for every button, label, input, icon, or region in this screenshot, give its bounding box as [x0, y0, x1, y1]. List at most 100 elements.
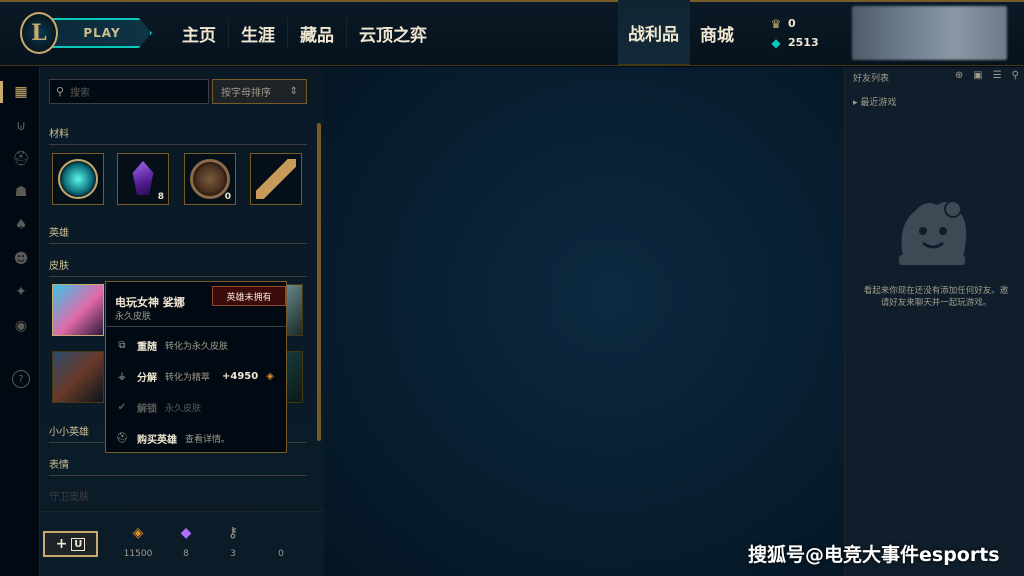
friends-header: 好友列表 ⊕ ▣ ☰ ⚲	[845, 67, 1024, 87]
plus-icon: +	[55, 536, 68, 552]
add-friend-icon[interactable]: ⊕	[955, 70, 963, 81]
rp-value: 0	[788, 17, 796, 30]
friends-title: 好友列表	[853, 73, 890, 84]
craft-button[interactable]: + U	[43, 531, 98, 557]
recent-games-toggle[interactable]: ▸ 最近游戏	[853, 95, 896, 108]
emote-token-icon	[58, 159, 98, 199]
search-icon[interactable]: ⚲	[1012, 70, 1019, 81]
gemstone-count: 8	[157, 192, 164, 202]
loot-scrollbar[interactable]	[317, 123, 321, 441]
chest-icon: U	[71, 537, 86, 551]
friends-toolbar: ⊕ ▣ ☰ ⚲	[955, 70, 1019, 81]
hextech-key-tile[interactable]	[250, 153, 302, 205]
disenchant-icon: ⚶	[117, 371, 127, 382]
spell-icon[interactable]: ✦	[12, 283, 30, 301]
skin-context-menu: 电玩女神 娑娜 永久皮肤 英雄未拥有 ⧉ 重随 转化为永久皮肤 ⚶ 分解 转化为…	[105, 281, 287, 453]
recent-games-label: 最近游戏	[860, 98, 897, 108]
gemstone-icon: ◆	[180, 525, 192, 541]
be-value: 2513	[788, 36, 819, 49]
help-icon[interactable]: ?	[12, 370, 30, 388]
skin-name: 电玩女神 娑娜	[115, 296, 185, 309]
key-fragment-value: 0	[278, 549, 284, 559]
ward-icon[interactable]: ♠	[12, 216, 30, 234]
nav-loot[interactable]: 战利品	[618, 0, 690, 66]
no-friends-message: 看起来你现在还没有添加任何好友。邀请好友来聊天并一起玩游戏。	[863, 286, 1009, 308]
unlock-label: 解锁	[137, 404, 157, 415]
gemstone-value: 8	[183, 549, 189, 559]
main-nav: 主页 生涯 藏品 云顶之弈	[170, 0, 439, 66]
skin-card-sona[interactable]	[52, 284, 104, 336]
section-materials: 材料	[49, 125, 307, 145]
orange-essence-icon: ◈	[132, 525, 144, 541]
reroll-label: 重随	[137, 342, 157, 353]
disenchant-label: 分解	[137, 373, 157, 384]
buy-champion-action[interactable]: ⛑ 购买英雄 查看详情。	[115, 431, 230, 446]
nav-tft[interactable]: 云顶之弈	[347, 18, 439, 48]
popover-header: 电玩女神 娑娜 永久皮肤 英雄未拥有	[106, 282, 286, 327]
reroll-action[interactable]: ⧉ 重随 转化为永久皮肤	[115, 338, 228, 353]
nav-home[interactable]: 主页	[170, 18, 229, 48]
loot-bottom-bar: + U ◈ 11500 ◆ 8 ⚷ 3 0	[40, 511, 324, 576]
nav-store[interactable]: 商城	[690, 0, 744, 66]
hextech-chest-count: 0	[224, 192, 231, 202]
orange-essence-icon: ◈	[266, 371, 274, 382]
nav-profile[interactable]: 生涯	[229, 18, 288, 48]
section-emotes: 表情	[49, 456, 307, 476]
unlock-action[interactable]: ✔ 解锁 永久皮肤	[115, 400, 201, 415]
key-fragment-icon	[261, 525, 301, 543]
key-counter: ⚷ 3	[213, 525, 253, 559]
gemstone-counter: ◆ 8	[166, 525, 206, 559]
key-icon: ⚷	[227, 525, 239, 541]
folder-icon[interactable]: ▣	[973, 70, 982, 81]
play-button[interactable]: PLAY	[42, 18, 152, 48]
buy-champion-desc: 查看详情。	[185, 435, 231, 445]
champion-not-owned-badge: 英雄未拥有	[212, 286, 286, 306]
updown-icon: ⇕	[289, 86, 298, 97]
currency-display: ♛ 0 ◆ 2513	[770, 14, 819, 52]
search-input[interactable]: ⚲ 搜索	[49, 79, 209, 104]
key-value: 3	[230, 549, 236, 559]
blue-essence-icon: ◆	[771, 35, 781, 50]
emote-token-tile[interactable]	[52, 153, 104, 205]
disenchant-action[interactable]: ⚶ 分解 转化为精萃 +4950 ◈	[115, 369, 274, 384]
unlock-desc: 永久皮肤	[165, 404, 202, 414]
source-watermark: 搜狐号@电竞大事件esports	[748, 544, 1000, 566]
disenchant-desc: 转化为精萃	[165, 373, 211, 383]
mask-icon[interactable]: ☗	[12, 183, 30, 201]
gemstone-icon	[132, 161, 154, 195]
active-indicator	[0, 81, 3, 103]
league-logo[interactable]: L	[20, 12, 58, 54]
skin-card-2[interactable]	[52, 351, 104, 403]
riot-points-icon: ♛	[770, 16, 782, 31]
check-icon: ✔	[117, 402, 127, 413]
top-navigation-bar: PLAY L 主页 生涯 藏品 云顶之弈 战利品 商城 ♛ 0 ◆ 2513	[0, 0, 1024, 66]
skin-type: 永久皮肤	[115, 312, 152, 322]
profile-icon[interactable]: ◉	[12, 317, 30, 335]
helmet-icon: ⛑	[115, 433, 129, 444]
orange-essence-counter: ◈ 11500	[118, 525, 158, 559]
nav-collection[interactable]: 藏品	[288, 18, 347, 48]
key-fragment-counter: 0	[261, 525, 301, 559]
sort-dropdown[interactable]: 按字母排序 ⇕	[212, 79, 307, 104]
profile-card-blurred[interactable]	[852, 6, 1007, 60]
poro-icon	[899, 200, 967, 265]
hextech-chest-tile[interactable]: 0	[184, 153, 236, 205]
gemstone-tile[interactable]: 8	[117, 153, 169, 205]
section-champions: 英雄	[49, 224, 307, 244]
chest-icon[interactable]: ⊍	[12, 117, 30, 135]
helmet-icon[interactable]: ⛑	[12, 150, 30, 168]
section-skins: 皮肤	[49, 257, 307, 277]
grid-icon[interactable]: ▦	[12, 83, 30, 101]
reroll-desc: 转化为永久皮肤	[165, 342, 229, 352]
buy-champion-label: 购买英雄	[137, 435, 177, 446]
search-icon: ⚲	[56, 85, 65, 98]
orange-essence-value: 11500	[123, 549, 153, 559]
loot-background	[324, 67, 844, 576]
sort-label: 按字母排序	[221, 88, 271, 99]
friends-panel: 好友列表 ⊕ ▣ ☰ ⚲ ▸ 最近游戏 看起来你现在还没有添加任何好友。邀请好友…	[844, 67, 1024, 576]
loot-category-rail: ▦ ⊍ ⛑ ☗ ♠ ☻ ✦ ◉ ?	[0, 67, 40, 576]
emote-icon[interactable]: ☻	[12, 250, 30, 268]
search-placeholder: 搜索	[70, 88, 91, 99]
secondary-nav: 战利品 商城	[618, 0, 744, 66]
list-icon[interactable]: ☰	[993, 70, 1002, 81]
